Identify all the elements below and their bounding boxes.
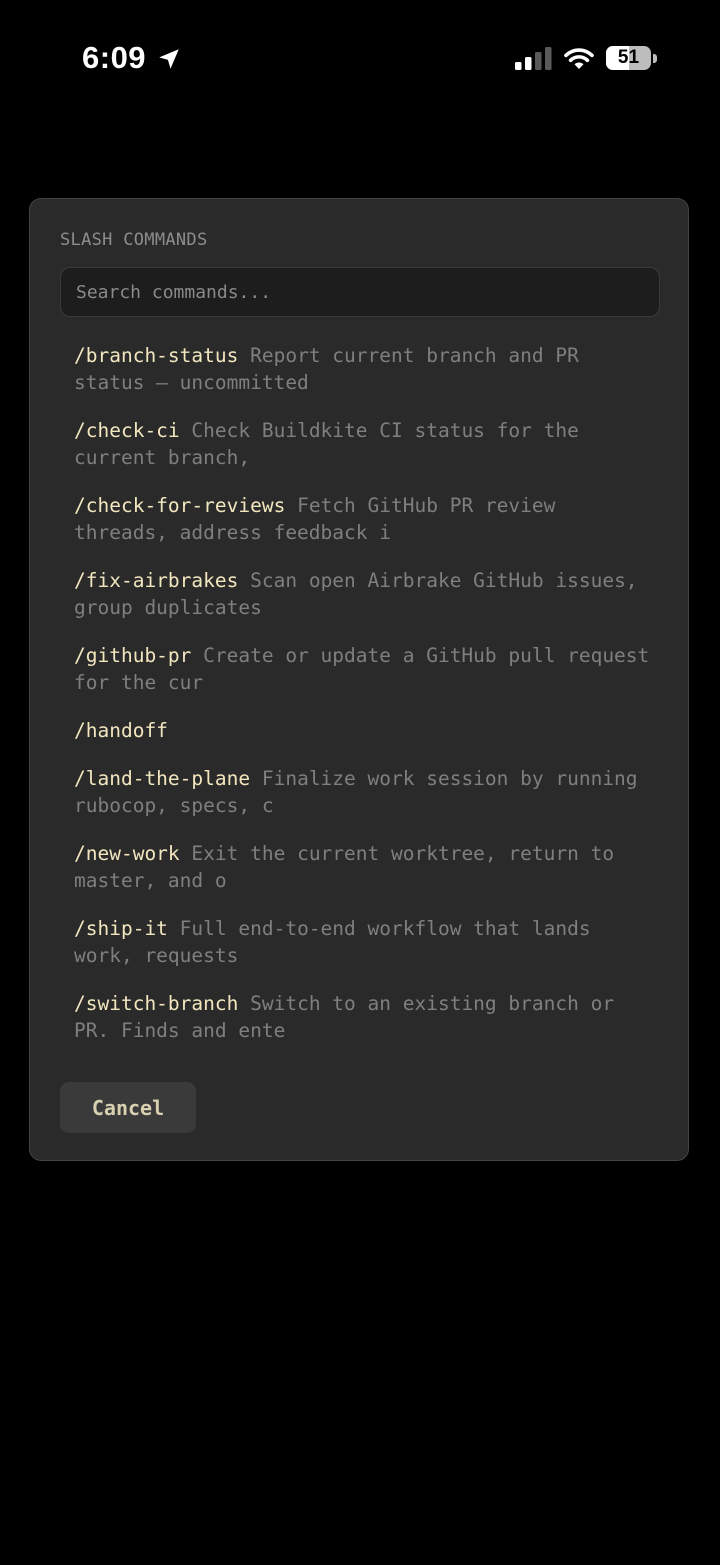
search-commands-input[interactable] [60,267,660,317]
battery-icon: 51 [606,46,658,72]
command-name: /ship-it [74,917,168,940]
cancel-button[interactable]: Cancel [60,1082,196,1133]
command-name: /check-ci [74,419,180,442]
cellular-signal-icon [515,47,552,70]
command-item[interactable]: /land-the-plane Finalize work session by… [74,765,654,819]
command-item[interactable]: /check-for-reviews Fetch GitHub PR revie… [74,492,654,546]
wifi-icon [564,48,594,69]
command-name: /check-for-reviews [74,494,286,517]
command-item[interactable]: /branch-status Report current branch and… [74,342,654,396]
status-bar: 6:09 51 [0,0,720,118]
slash-commands-dialog: SLASH COMMANDS /branch-status Report cur… [29,198,689,1161]
command-name: /switch-branch [74,992,239,1015]
status-time: 6:09 [82,40,147,75]
command-item[interactable]: /new-work Exit the current worktree, ret… [74,840,654,894]
command-item[interactable]: /handoff [74,717,654,744]
command-name: /new-work [74,842,180,865]
command-name: /branch-status [74,344,239,367]
command-item[interactable]: /check-ci Check Buildkite CI status for … [74,417,654,471]
command-name: /handoff [74,719,168,742]
command-item[interactable]: /fix-airbrakes Scan open Airbrake GitHub… [74,567,654,621]
command-item[interactable]: /switch-branch Switch to an existing bra… [74,990,654,1044]
command-name: /land-the-plane [74,767,251,790]
dialog-title: SLASH COMMANDS [60,230,208,250]
command-name: /github-pr [74,644,192,667]
command-item[interactable]: /ship-it Full end-to-end workflow that l… [74,915,654,969]
location-arrow-icon [159,49,179,69]
command-item[interactable]: /github-pr Create or update a GitHub pul… [74,642,654,696]
battery-level: 51 [617,47,640,68]
command-name: /fix-airbrakes [74,569,239,592]
command-list: /branch-status Report current branch and… [74,342,654,1065]
